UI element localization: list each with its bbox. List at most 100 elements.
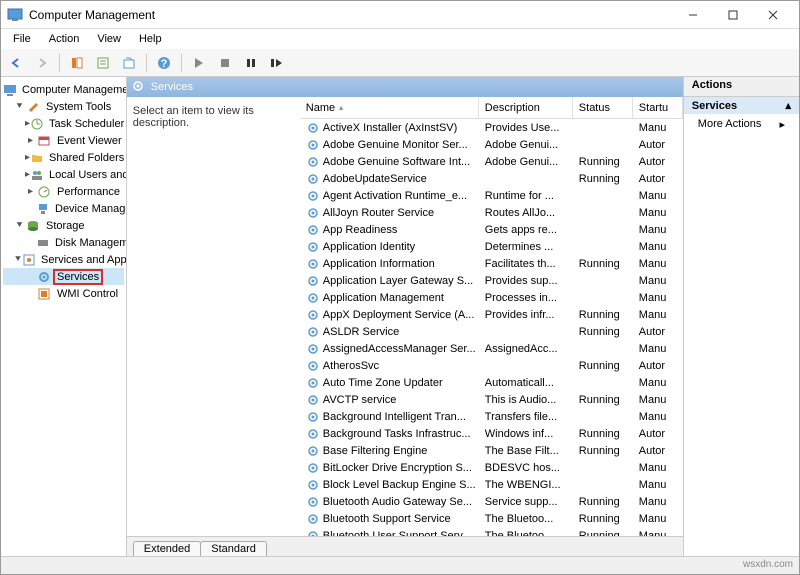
- minimize-button[interactable]: [673, 2, 713, 28]
- back-button[interactable]: [5, 52, 27, 74]
- service-row[interactable]: AdobeUpdateServiceRunningAutor: [300, 170, 683, 187]
- service-status: Running: [573, 360, 633, 372]
- export-list-button[interactable]: [118, 52, 140, 74]
- menu-view[interactable]: View: [89, 31, 129, 47]
- tree-services[interactable]: Services: [3, 268, 124, 285]
- service-gear-icon: [306, 410, 320, 424]
- tree-local-users[interactable]: ▸Local Users and Groups: [3, 166, 124, 183]
- service-startup: Autor: [633, 428, 683, 440]
- start-service-button[interactable]: [188, 52, 210, 74]
- properties-button[interactable]: [92, 52, 114, 74]
- service-row[interactable]: Block Level Backup Engine S...The WBENGI…: [300, 476, 683, 493]
- service-row[interactable]: App ReadinessGets apps re...Manu: [300, 221, 683, 238]
- menu-help[interactable]: Help: [131, 31, 170, 47]
- service-status: Running: [573, 445, 633, 457]
- tree-event-viewer[interactable]: ▸Event Viewer: [3, 132, 124, 149]
- service-row[interactable]: ASLDR ServiceRunningAutor: [300, 323, 683, 340]
- description-pane: Select an item to view its description.: [127, 97, 300, 536]
- tab-extended[interactable]: Extended: [133, 541, 201, 556]
- service-name: Block Level Backup Engine S...: [323, 479, 476, 491]
- service-row[interactable]: AtherosSvcRunningAutor: [300, 357, 683, 374]
- restart-service-button[interactable]: [266, 52, 288, 74]
- service-row[interactable]: Background Tasks Infrastruc...Windows in…: [300, 425, 683, 442]
- actions-more[interactable]: More Actions ▸: [684, 114, 799, 135]
- service-startup: Manu: [633, 377, 683, 389]
- tree-storage[interactable]: ⯆Storage: [3, 217, 124, 234]
- service-name: AdobeUpdateService: [323, 173, 427, 185]
- service-gear-icon: [306, 444, 320, 458]
- collapse-icon: ▴: [785, 99, 791, 112]
- tree-device-manager[interactable]: Device Manager: [3, 200, 124, 217]
- col-name[interactable]: Name▴: [300, 97, 479, 118]
- service-startup: Manu: [633, 275, 683, 287]
- tree-task-scheduler[interactable]: ▸Task Scheduler: [3, 115, 124, 132]
- close-button[interactable]: [753, 2, 793, 28]
- service-gear-icon: [306, 172, 320, 186]
- actions-subtitle[interactable]: Services ▴: [684, 97, 799, 114]
- service-description: Windows inf...: [479, 428, 573, 440]
- service-row[interactable]: Adobe Genuine Software Int...Adobe Genui…: [300, 153, 683, 170]
- service-gear-icon: [306, 189, 320, 203]
- service-row[interactable]: AllJoyn Router ServiceRoutes AllJo...Man…: [300, 204, 683, 221]
- service-description: Service supp...: [479, 496, 573, 508]
- wmi-icon: [36, 286, 52, 302]
- service-name: Application Management: [323, 292, 444, 304]
- tab-standard[interactable]: Standard: [200, 541, 267, 556]
- stop-service-button[interactable]: [214, 52, 236, 74]
- tree-disk-management[interactable]: Disk Management: [3, 234, 124, 251]
- service-status: Running: [573, 513, 633, 525]
- maximize-button[interactable]: [713, 2, 753, 28]
- service-gear-icon: [306, 393, 320, 407]
- tree-root[interactable]: Computer Management (Local): [3, 81, 124, 98]
- service-row[interactable]: Bluetooth Support ServiceThe Bluetoo...R…: [300, 510, 683, 527]
- service-row[interactable]: AppX Deployment Service (A...Provides in…: [300, 306, 683, 323]
- col-description[interactable]: Description: [479, 97, 573, 118]
- service-row[interactable]: Bluetooth Audio Gateway Se... Service sup…: [300, 493, 683, 510]
- service-gear-icon: [306, 325, 320, 339]
- tree-services-apps[interactable]: ⯆Services and Applications: [3, 251, 124, 268]
- service-name: Bluetooth Audio Gateway Se...: [323, 496, 472, 508]
- service-row[interactable]: Application Layer Gateway S...Provides s…: [300, 272, 683, 289]
- service-row[interactable]: Auto Time Zone UpdaterAutomaticall...Man…: [300, 374, 683, 391]
- col-startup[interactable]: Startu: [633, 97, 683, 118]
- service-startup: Manu: [633, 411, 683, 423]
- service-description: Gets apps re...: [479, 224, 573, 236]
- service-gear-icon: [306, 478, 320, 492]
- tree-wmi[interactable]: WMI Control: [3, 285, 124, 302]
- tree-performance[interactable]: ▸Performance: [3, 183, 124, 200]
- help-button[interactable]: ?: [153, 52, 175, 74]
- service-row[interactable]: Agent Activation Runtime_e...Runtime for…: [300, 187, 683, 204]
- service-name: Application Identity: [323, 241, 415, 253]
- service-row[interactable]: AssignedAccessManager Ser...AssignedAcc.…: [300, 340, 683, 357]
- tree-shared-folders[interactable]: ▸Shared Folders: [3, 149, 124, 166]
- tree-system-tools[interactable]: ⯆System Tools: [3, 98, 124, 115]
- service-row[interactable]: Background Intelligent Tran...Transfers …: [300, 408, 683, 425]
- service-row[interactable]: Adobe Genuine Monitor Ser...Adobe Genui.…: [300, 136, 683, 153]
- service-gear-icon: [306, 121, 320, 135]
- service-gear-icon: [306, 376, 320, 390]
- service-row[interactable]: Application InformationFacilitates th...…: [300, 255, 683, 272]
- service-row[interactable]: Base Filtering EngineThe Base Filt...Run…: [300, 442, 683, 459]
- forward-button[interactable]: [31, 52, 53, 74]
- navigation-tree: Computer Management (Local) ⯆System Tool…: [1, 77, 127, 556]
- service-gear-icon: [306, 206, 320, 220]
- service-row[interactable]: Bluetooth User Support Serv...The Blueto…: [300, 527, 683, 536]
- service-row[interactable]: ActiveX Installer (AxInstSV)Provides Use…: [300, 119, 683, 136]
- menu-file[interactable]: File: [5, 31, 39, 47]
- service-row[interactable]: Application ManagementProcesses in...Man…: [300, 289, 683, 306]
- service-name: Adobe Genuine Software Int...: [323, 156, 470, 168]
- menu-action[interactable]: Action: [41, 31, 88, 47]
- users-icon: [30, 167, 44, 183]
- col-status[interactable]: Status: [573, 97, 633, 118]
- service-startup: Autor: [633, 326, 683, 338]
- pause-service-button[interactable]: [240, 52, 262, 74]
- service-name: AllJoyn Router Service: [323, 207, 434, 219]
- service-row[interactable]: AVCTP serviceThis is Audio...RunningManu: [300, 391, 683, 408]
- service-row[interactable]: BitLocker Drive Encryption S...BDESVC ho…: [300, 459, 683, 476]
- service-description: Facilitates th...: [479, 258, 573, 270]
- show-hide-tree-button[interactable]: [66, 52, 88, 74]
- service-name: Application Layer Gateway S...: [323, 275, 473, 287]
- service-name: AVCTP service: [323, 394, 397, 406]
- service-rows[interactable]: ActiveX Installer (AxInstSV)Provides Use…: [300, 119, 683, 536]
- service-row[interactable]: Application IdentityDetermines ...Manu: [300, 238, 683, 255]
